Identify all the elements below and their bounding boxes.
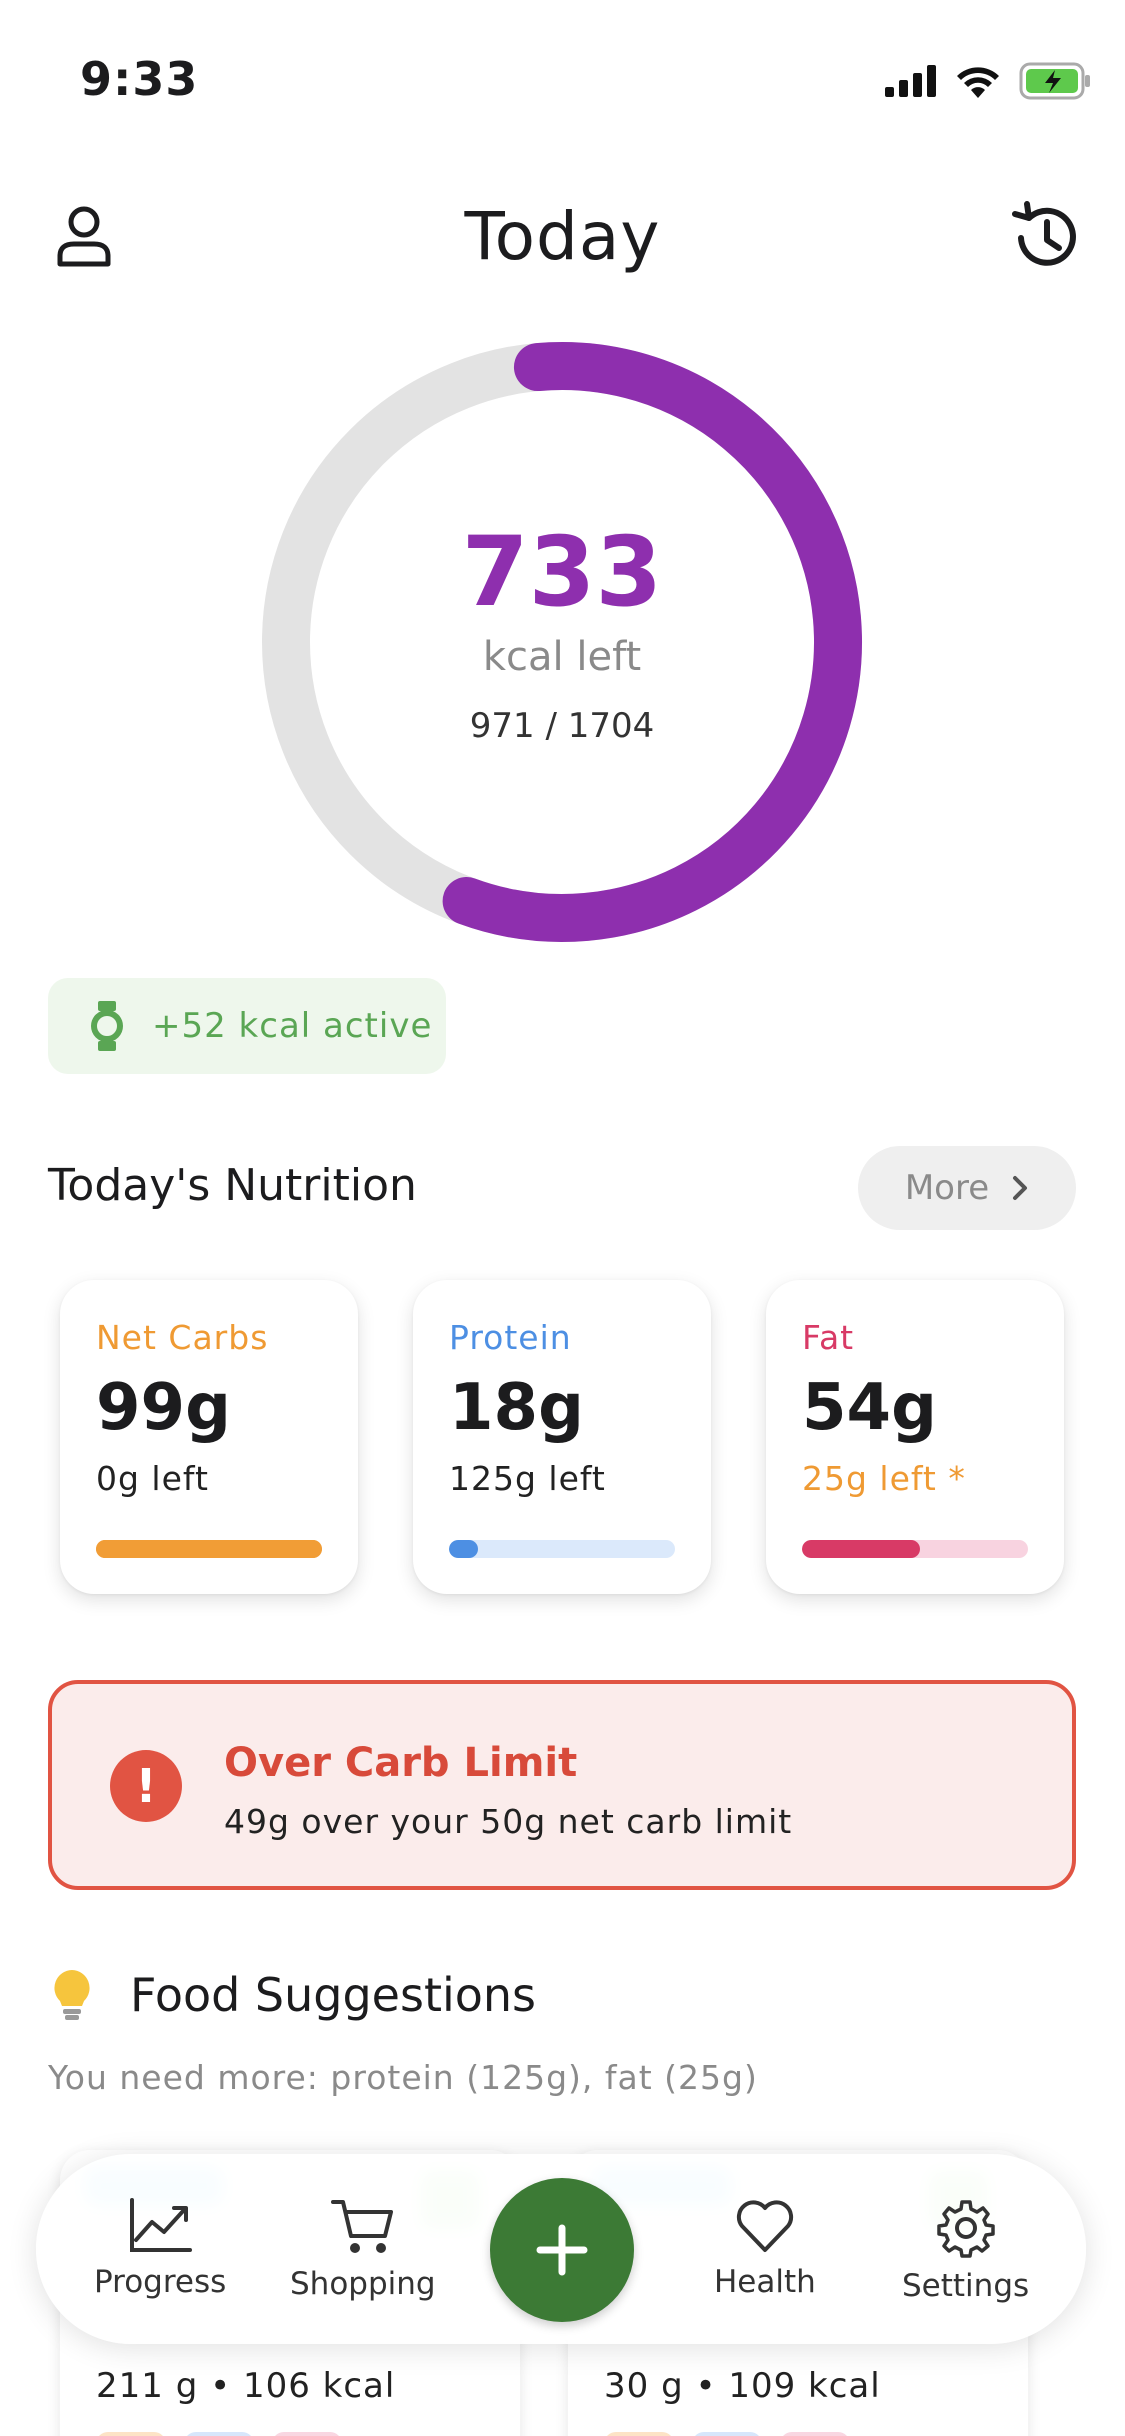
- macro-label: Protein: [449, 1318, 572, 1357]
- more-button[interactable]: More: [858, 1146, 1076, 1230]
- nav-progress[interactable]: Progress: [94, 2198, 226, 2300]
- plus-icon: [536, 2224, 588, 2276]
- macro-value: 54g: [802, 1371, 937, 1445]
- gear-icon: [936, 2200, 995, 2258]
- macro-remaining: 0g left: [96, 1459, 209, 1499]
- status-time: 9:33: [80, 52, 199, 106]
- macro-progress-fill: [449, 1540, 479, 1558]
- bottom-nav: Progress Shopping Health Settings: [36, 2154, 1086, 2344]
- chart-icon: [130, 2198, 193, 2252]
- add-food-button[interactable]: [490, 2178, 634, 2322]
- macro-remaining: 125g left: [449, 1459, 606, 1499]
- page-title: Today: [464, 198, 661, 275]
- macro-progress-bar: [802, 1540, 1028, 1558]
- nav-label: Health: [714, 2264, 816, 2300]
- nav-shopping[interactable]: Shopping: [290, 2198, 436, 2302]
- alert-title: Over Carb Limit: [224, 1740, 578, 1786]
- signal-icon: [885, 65, 936, 97]
- macro-label: Net Carbs: [96, 1318, 269, 1357]
- kcal-consumed-ratio: 971 / 1704: [469, 706, 655, 746]
- macro-value: 99g: [96, 1371, 231, 1445]
- status-icons: [885, 62, 1091, 100]
- heart-icon: [736, 2200, 793, 2252]
- active-kcal-badge[interactable]: +52 kcal active: [48, 978, 446, 1074]
- header: Today: [0, 190, 1125, 280]
- over-carb-alert[interactable]: ! Over Carb Limit 49g over your 50g net …: [48, 1680, 1076, 1890]
- macro-progress-fill: [96, 1540, 322, 1558]
- suggestions-need-text: You need more: protein (125g), fat (25g): [48, 2058, 758, 2097]
- battery-icon: [1019, 62, 1090, 100]
- macro-card-fat[interactable]: Fat 54g 25g left *: [766, 1280, 1064, 1594]
- nav-label: Progress: [94, 2264, 227, 2300]
- suggestion-macro-chips: [604, 2432, 850, 2436]
- macro-label: Fat: [802, 1318, 855, 1357]
- macro-progress-fill: [802, 1540, 920, 1558]
- active-kcal-text: +52 kcal active: [152, 1006, 433, 1046]
- history-icon: [1012, 201, 1076, 266]
- cart-icon: [330, 2200, 393, 2253]
- macro-value: 18g: [449, 1371, 584, 1445]
- nutrition-title: Today's Nutrition: [48, 1160, 417, 1211]
- lightbulb-icon: [54, 1970, 90, 2020]
- calorie-ring-center: 733 kcal left 971 / 1704: [260, 340, 864, 944]
- suggestion-meta: 30 g • 109 kcal: [604, 2366, 881, 2406]
- macro-card-net-carbs[interactable]: Net Carbs 99g 0g left: [60, 1280, 358, 1594]
- kcal-left-label: kcal left: [482, 634, 642, 680]
- suggestion-macro-chips: [96, 2432, 342, 2436]
- macro-progress-bar: [96, 1540, 322, 1558]
- kcal-left-value: 733: [461, 516, 663, 628]
- history-button[interactable]: [1007, 200, 1083, 276]
- food-suggestions-title: Food Suggestions: [130, 1968, 537, 2022]
- watch-icon: [91, 1001, 123, 1051]
- food-suggestions-header: Food Suggestions: [52, 1968, 536, 2022]
- nav-label: Shopping: [290, 2266, 436, 2302]
- macro-progress-bar: [449, 1540, 675, 1558]
- macro-card-protein[interactable]: Protein 18g 125g left: [413, 1280, 711, 1594]
- nav-settings[interactable]: Settings: [902, 2198, 1029, 2304]
- wifi-icon: [957, 67, 999, 98]
- suggestion-meta: 211 g • 106 kcal: [96, 2366, 396, 2406]
- exclamation-icon: !: [110, 1750, 182, 1822]
- alert-body: 49g over your 50g net carb limit: [224, 1802, 793, 1841]
- macro-remaining: 25g left *: [802, 1459, 966, 1499]
- nav-label: Settings: [902, 2268, 1030, 2304]
- nav-health[interactable]: Health: [714, 2198, 816, 2300]
- status-bar: 9:33: [0, 0, 1125, 150]
- chevron-right-icon: [1013, 1176, 1028, 1200]
- more-button-label: More: [904, 1168, 990, 1208]
